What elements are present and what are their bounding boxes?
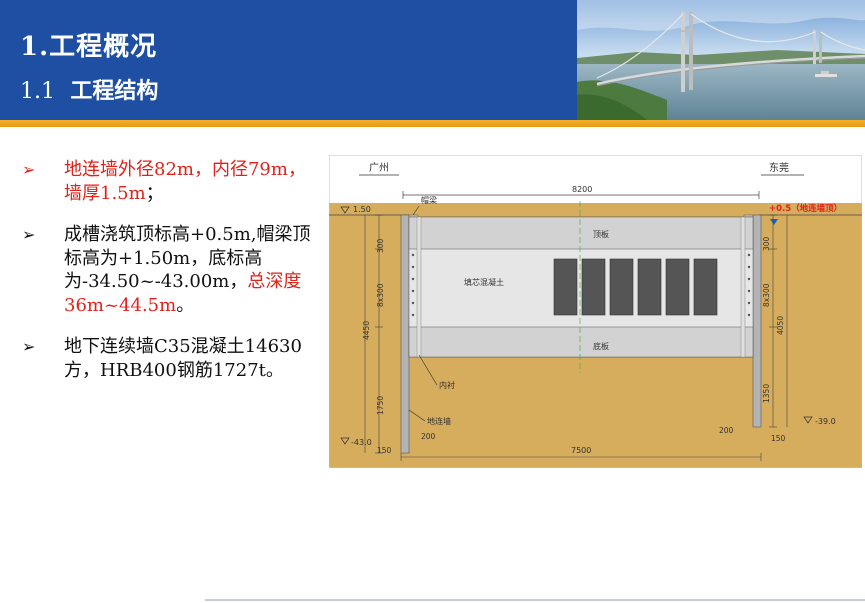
dim-right-8x300: 8x300	[762, 283, 771, 307]
bullet-list: ➢ 地连墙外径82m，内径79m，墙厚1.5m； ➢ 成槽浇筑顶标高+0.5m,…	[22, 158, 322, 400]
slide-subtitle: 1.1 工程结构	[20, 73, 158, 105]
label-core-fill: 填芯混凝土	[464, 277, 504, 287]
structure-section-diagram: 广州 东莞 8200 顶板 填芯混凝土 底板 帽梁 内衬 地连墙 1.50 -4…	[329, 155, 862, 468]
suspension-bridge-image	[577, 0, 865, 120]
subtitle-number: 1.1	[20, 79, 55, 104]
label-inner-lining: 内衬	[439, 380, 455, 390]
dim-right-200: 200	[719, 426, 734, 435]
title-number: 1.	[20, 32, 50, 62]
bullet-text-segment: 。	[176, 294, 195, 316]
bullet-text-segment: 地下连续墙C35混凝土14630方，HRB400钢筋1727t。	[64, 336, 302, 381]
bullet-text-segment: ；	[145, 182, 164, 204]
bullet-item: ➢ 成槽浇筑顶标高+0.5m,帽梁顶标高为+1.50m，底标高为-34.50~-…	[22, 223, 322, 317]
subtitle-text: 工程结构	[70, 78, 159, 104]
elev-right-bottom: -39.0	[815, 417, 836, 426]
dim-left-200: 200	[421, 432, 436, 441]
title-text: 工程概况	[49, 32, 158, 62]
slide-title: 1.工程概况	[20, 26, 157, 63]
wall-top-note: +0.5（地连墙顶）	[769, 203, 842, 214]
bullet-item: ➢ 地下连续墙C35混凝土14630方，HRB400钢筋1727t。	[22, 335, 322, 382]
label-cap-beam: 帽梁	[421, 195, 437, 205]
elev-left-top: 1.50	[353, 205, 371, 214]
dim-left-4450: 4450	[362, 321, 371, 340]
dim-left-300: 300	[376, 238, 385, 253]
accent-bar	[0, 120, 865, 127]
arrow-bullet-icon: ➢	[22, 337, 36, 356]
label-bottom-slab: 底板	[593, 341, 609, 351]
dim-8200: 8200	[572, 185, 592, 194]
elev-left-bottom: -43.0	[351, 438, 372, 447]
dim-left-150: 150	[377, 446, 392, 455]
arrow-bullet-icon: ➢	[22, 225, 36, 244]
label-top-slab: 顶板	[593, 229, 609, 239]
label-dongguan: 东莞	[769, 161, 789, 174]
dim-right-300: 300	[762, 236, 771, 251]
footer-divider	[205, 599, 865, 601]
dim-left-1750: 1750	[376, 396, 385, 415]
arrow-bullet-icon: ➢	[22, 160, 36, 179]
bullet-text-segment: 地连墙外径82m，内径79m，墙厚1.5m	[64, 159, 306, 204]
label-guangzhou: 广州	[369, 162, 389, 174]
slide-header: 1.工程概况 1.1 工程结构	[0, 0, 865, 120]
dim-left-8x300: 8x300	[376, 283, 385, 307]
dim-right-4050: 4050	[776, 316, 785, 335]
bullet-item: ➢ 地连墙外径82m，内径79m，墙厚1.5m；	[22, 158, 322, 205]
label-diaphragm-wall: 地连墙	[427, 416, 451, 426]
dim-right-1350: 1350	[762, 384, 771, 403]
dim-7500: 7500	[571, 446, 591, 455]
dim-right-150: 150	[771, 434, 786, 443]
